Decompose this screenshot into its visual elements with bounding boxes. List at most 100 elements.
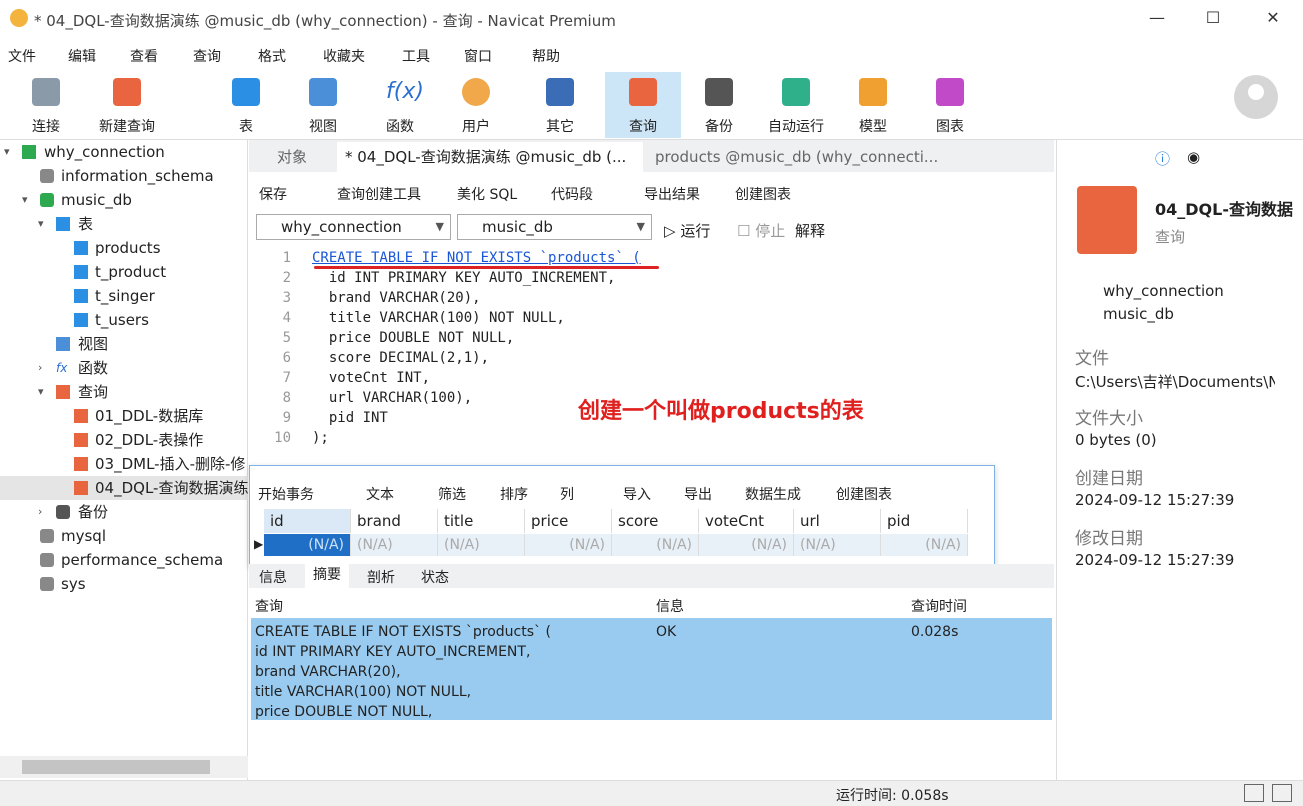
text-button[interactable]: 文本 [366,484,394,504]
connection-select[interactable]: why_connection ▼ [256,214,451,240]
editor-tab-bar: 对象 * 04_DQL-查询数据演练 @music_db (... produc… [249,140,1054,172]
toolbar-function-button[interactable]: f(x) 函数 [365,72,435,138]
tree-item-query[interactable]: 01_DDL-数据库 [0,404,248,428]
close-button[interactable]: ✕ [1258,8,1288,30]
query-builder-button[interactable]: 查询创建工具 [337,184,421,204]
tree-item-query-selected[interactable]: 04_DQL-查询数据演练 [0,476,248,500]
tab-active-query[interactable]: * 04_DQL-查询数据演练 @music_db (... [337,142,643,172]
layout-toggle-icon[interactable] [1272,784,1292,802]
toolbar-user-button[interactable]: 用户 [441,72,511,138]
beautify-sql-button[interactable]: 美化 SQL [457,184,517,204]
columns-button[interactable]: 列 [560,484,574,504]
toolbar-table-button[interactable]: 表 [211,72,281,138]
tree-item-views[interactable]: 视图 [0,332,248,356]
import-button[interactable]: 导入 [623,484,651,504]
tab-status[interactable]: 状态 [421,567,449,587]
database-icon [40,169,54,183]
tree-item-query[interactable]: 02_DDL-表操作 [0,428,248,452]
tree-item-tables[interactable]: ▾ 表 [0,212,248,236]
database-select[interactable]: music_db ▼ [457,214,652,240]
tab-info[interactable]: 信息 [259,567,287,587]
create-chart-button[interactable]: 创建图表 [836,484,892,504]
sort-button[interactable]: 排序 [500,484,528,504]
column-header[interactable]: id [264,509,351,533]
grid-cell[interactable]: (N/A) [881,534,968,556]
menu-favorites[interactable]: 收藏夹 [323,46,365,66]
run-button[interactable]: ▷ 运行 [664,220,710,241]
menu-tools[interactable]: 工具 [402,46,430,66]
column-header[interactable]: pid [881,509,968,533]
grid-cell[interactable]: (N/A) [438,534,525,556]
code-line: title VARCHAR(100) NOT NULL, [312,310,565,326]
toolbar-backup-button[interactable]: 备份 [684,72,754,138]
grid-cell[interactable]: (N/A) [794,534,881,556]
tab-summary[interactable]: 摘要 [305,564,349,588]
view-icon [56,337,70,351]
code-line: ); [312,430,329,446]
toolbar-new-query-button[interactable]: 新建查询 [92,72,162,138]
tree-item-backups[interactable]: › 备份 [0,500,248,524]
toolbar-other-button[interactable]: 其它 [525,72,595,138]
tree-item-database[interactable]: performance_schema [0,548,248,572]
toolbar-automation-button[interactable]: 自动运行 [761,72,831,138]
tree-item-query[interactable]: 03_DML-插入-删除-修 [0,452,248,476]
grid-cell[interactable]: (N/A) [699,534,794,556]
tree-item-table[interactable]: t_users [0,308,248,332]
grid-cell[interactable]: (N/A) [612,534,699,556]
toolbar-query-button[interactable]: 查询 [605,72,681,138]
sidebar-horizontal-scrollbar[interactable] [0,756,248,778]
tree-item-table[interactable]: t_product [0,260,248,284]
maximize-button[interactable]: ☐ [1198,8,1228,30]
explain-button[interactable]: 解释 [795,220,825,241]
menu-format[interactable]: 格式 [258,46,286,66]
layout-toggle-icon[interactable] [1244,784,1264,802]
create-chart-button[interactable]: 创建图表 [735,184,791,204]
toolbar-view-button[interactable]: 视图 [288,72,358,138]
menu-view[interactable]: 查看 [130,46,158,66]
tree-item-database[interactable]: information_schema [0,164,248,188]
export-button[interactable]: 导出 [684,484,712,504]
tree-item-functions[interactable]: › fx 函数 [0,356,248,380]
toolbar-chart-button[interactable]: 图表 [915,72,985,138]
toolbar-model-button[interactable]: 模型 [838,72,908,138]
tab-products-table[interactable]: products @music_db (why_connecti... [647,142,951,172]
tree-item-table[interactable]: products [0,236,248,260]
file-size: 0 bytes (0) [1075,431,1157,449]
grid-cell[interactable]: (N/A) [351,534,438,556]
tree-item-database[interactable]: sys [0,572,248,596]
info-icon[interactable]: ⓘ [1155,148,1170,169]
column-header[interactable]: voteCnt [699,509,794,533]
tree-item-database[interactable]: ▾ music_db [0,188,248,212]
grid-cell[interactable]: (N/A) [525,534,612,556]
tree-item-queries[interactable]: ▾ 查询 [0,380,248,404]
export-result-button[interactable]: 导出结果 [644,184,700,204]
toolbar-connection-button[interactable]: 连接 [11,72,81,138]
robot-icon [782,78,810,106]
menu-help[interactable]: 帮助 [532,46,560,66]
code-snippet-button[interactable]: 代码段 [551,184,593,204]
column-header[interactable]: title [438,509,525,533]
column-header[interactable]: url [794,509,881,533]
scrollbar-thumb[interactable] [22,760,210,774]
menu-file[interactable]: 文件 [8,46,36,66]
filter-button[interactable]: 筛选 [438,484,466,504]
avatar[interactable] [1234,75,1278,119]
tab-profile[interactable]: 剖析 [367,567,395,587]
tree-item-database[interactable]: mysql [0,524,248,548]
data-generation-button[interactable]: 数据生成 [745,484,801,504]
column-header[interactable]: score [612,509,699,533]
tree-item-table[interactable]: t_singer [0,284,248,308]
sql-editor[interactable]: 1 2 3 4 5 6 7 8 9 10 CREATE TABLE IF NOT… [249,248,1054,458]
column-header[interactable]: brand [351,509,438,533]
minimize-button[interactable]: — [1142,8,1172,30]
save-button[interactable]: 保存 [259,184,287,204]
column-header[interactable]: price [525,509,612,533]
tree-item-connection[interactable]: ▾ why_connection [0,140,248,164]
menu-query[interactable]: 查询 [193,46,221,66]
begin-transaction-button[interactable]: 开始事务 [258,484,314,504]
stop-button[interactable]: ☐ 停止 [737,220,785,241]
menu-window[interactable]: 窗口 [464,46,492,66]
grid-cell[interactable]: (N/A) [264,534,351,556]
menu-edit[interactable]: 编辑 [68,46,96,66]
eye-icon[interactable]: ◉ [1187,148,1200,166]
